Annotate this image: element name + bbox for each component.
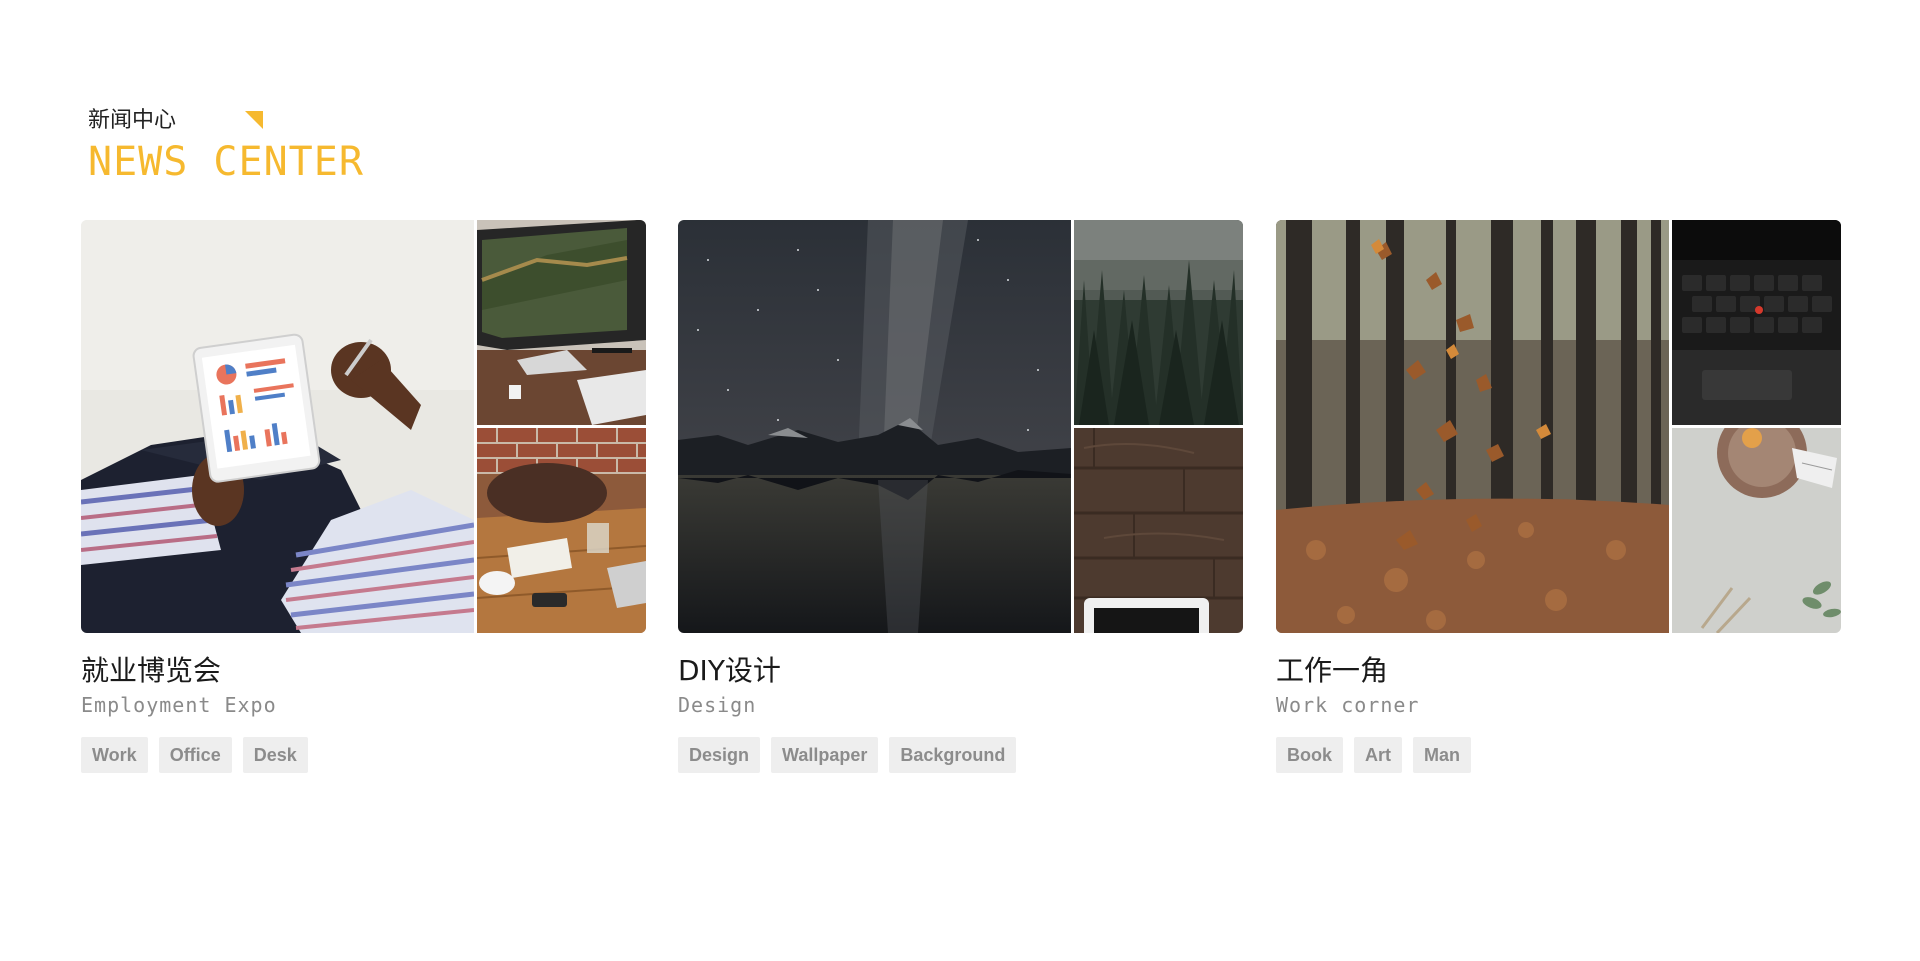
card-subtitle: Employment Expo (81, 693, 277, 717)
tag-design[interactable]: Design (678, 737, 761, 773)
section-header: 新闻中心 NEWS CENTER (88, 106, 364, 186)
photo-desk-monitor[interactable] (477, 220, 646, 425)
tag-list: Book Art Man (1276, 737, 1841, 773)
tag-desk[interactable]: Desk (242, 737, 308, 773)
card-title[interactable]: 就业博览会 (81, 653, 646, 689)
tag-office[interactable]: Office (158, 737, 232, 773)
photo-wood-tablet[interactable] (1074, 428, 1243, 633)
photo-autumn-leaves[interactable] (1276, 220, 1669, 633)
card-gallery[interactable] (678, 220, 1243, 633)
card-title[interactable]: DIY设计 (678, 653, 1243, 689)
corner-accent-icon (245, 111, 263, 129)
news-card-employment-expo[interactable]: 就业博览会 Employment Expo Work Office Desk (81, 220, 646, 773)
tag-wallpaper[interactable]: Wallpaper (771, 737, 879, 773)
photo-plate-table[interactable] (1672, 428, 1841, 633)
photo-desk-coffee[interactable] (477, 428, 646, 633)
card-gallery[interactable] (1276, 220, 1841, 633)
card-title[interactable]: 工作一角 (1276, 653, 1841, 689)
photo-milky-way-lake[interactable] (678, 220, 1071, 633)
photo-laptop-keyboard[interactable] (1672, 220, 1841, 425)
tag-man[interactable]: Man (1413, 737, 1471, 773)
tag-art[interactable]: Art (1354, 737, 1402, 773)
section-title: NEWS CENTER (88, 139, 364, 185)
tag-book[interactable]: Book (1276, 737, 1343, 773)
news-card-work-corner[interactable]: 工作一角 Work corner Book Art Man (1276, 220, 1841, 773)
tag-background[interactable]: Background (889, 737, 1017, 773)
tag-list: Work Office Desk (81, 737, 646, 773)
page: 新闻中心 NEWS CENTER 就业博览会 Employment Expo W… (0, 0, 1920, 961)
card-gallery[interactable] (81, 220, 646, 633)
card-subtitle: Work corner (1276, 693, 1420, 717)
photo-tablet-chart[interactable] (81, 220, 474, 633)
tag-work[interactable]: Work (81, 737, 148, 773)
news-card-diy-design[interactable]: DIY设计 Design Design Wallpaper Background (678, 220, 1243, 773)
card-subtitle: Design (678, 693, 757, 717)
tag-list: Design Wallpaper Background (678, 737, 1243, 773)
photo-misty-forest[interactable] (1074, 220, 1243, 425)
section-subtitle: 新闻中心 (88, 108, 177, 133)
